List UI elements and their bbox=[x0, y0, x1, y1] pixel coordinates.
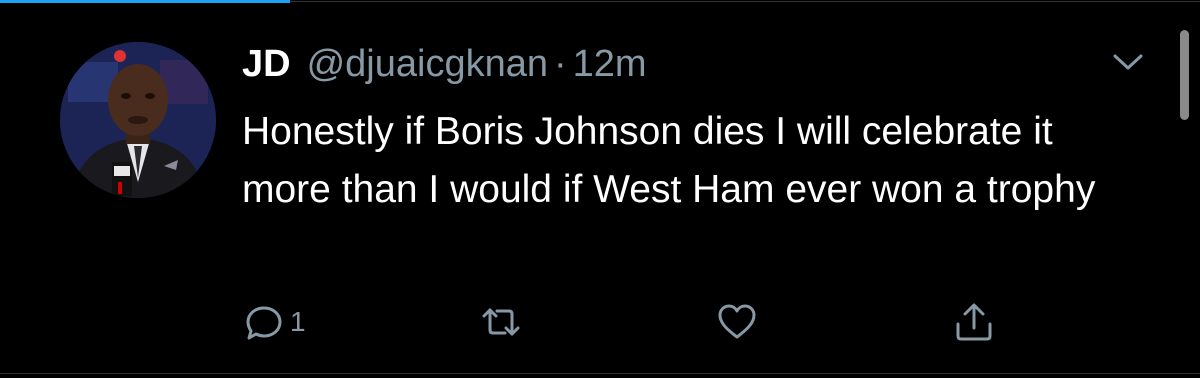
share-icon bbox=[952, 300, 996, 344]
reply-count: 1 bbox=[290, 306, 306, 337]
like-button[interactable] bbox=[715, 298, 759, 346]
tweet-header: JD @djuaicgknan · 12m bbox=[242, 40, 647, 88]
top-progress-bar bbox=[0, 0, 290, 3]
meta-separator: · bbox=[553, 43, 567, 85]
reply-button[interactable]: 1 bbox=[242, 298, 306, 346]
tweet-text: Honestly if Boris Johnson dies I will ce… bbox=[242, 110, 1096, 211]
top-divider bbox=[290, 1, 1200, 2]
retweet-button[interactable] bbox=[479, 298, 523, 346]
scrollbar-thumb[interactable] bbox=[1180, 30, 1189, 120]
share-button[interactable] bbox=[952, 298, 996, 346]
bottom-divider bbox=[0, 373, 1200, 374]
reply-icon bbox=[242, 300, 286, 344]
chevron-down-icon[interactable] bbox=[1110, 46, 1146, 76]
retweet-icon bbox=[479, 300, 523, 344]
display-name[interactable]: JD bbox=[242, 40, 291, 88]
user-handle[interactable]: @djuaicgknan bbox=[307, 40, 548, 88]
avatar-image bbox=[60, 42, 216, 198]
heart-icon bbox=[715, 300, 759, 344]
tweet-timestamp[interactable]: 12m bbox=[573, 40, 647, 88]
avatar[interactable] bbox=[60, 42, 216, 198]
